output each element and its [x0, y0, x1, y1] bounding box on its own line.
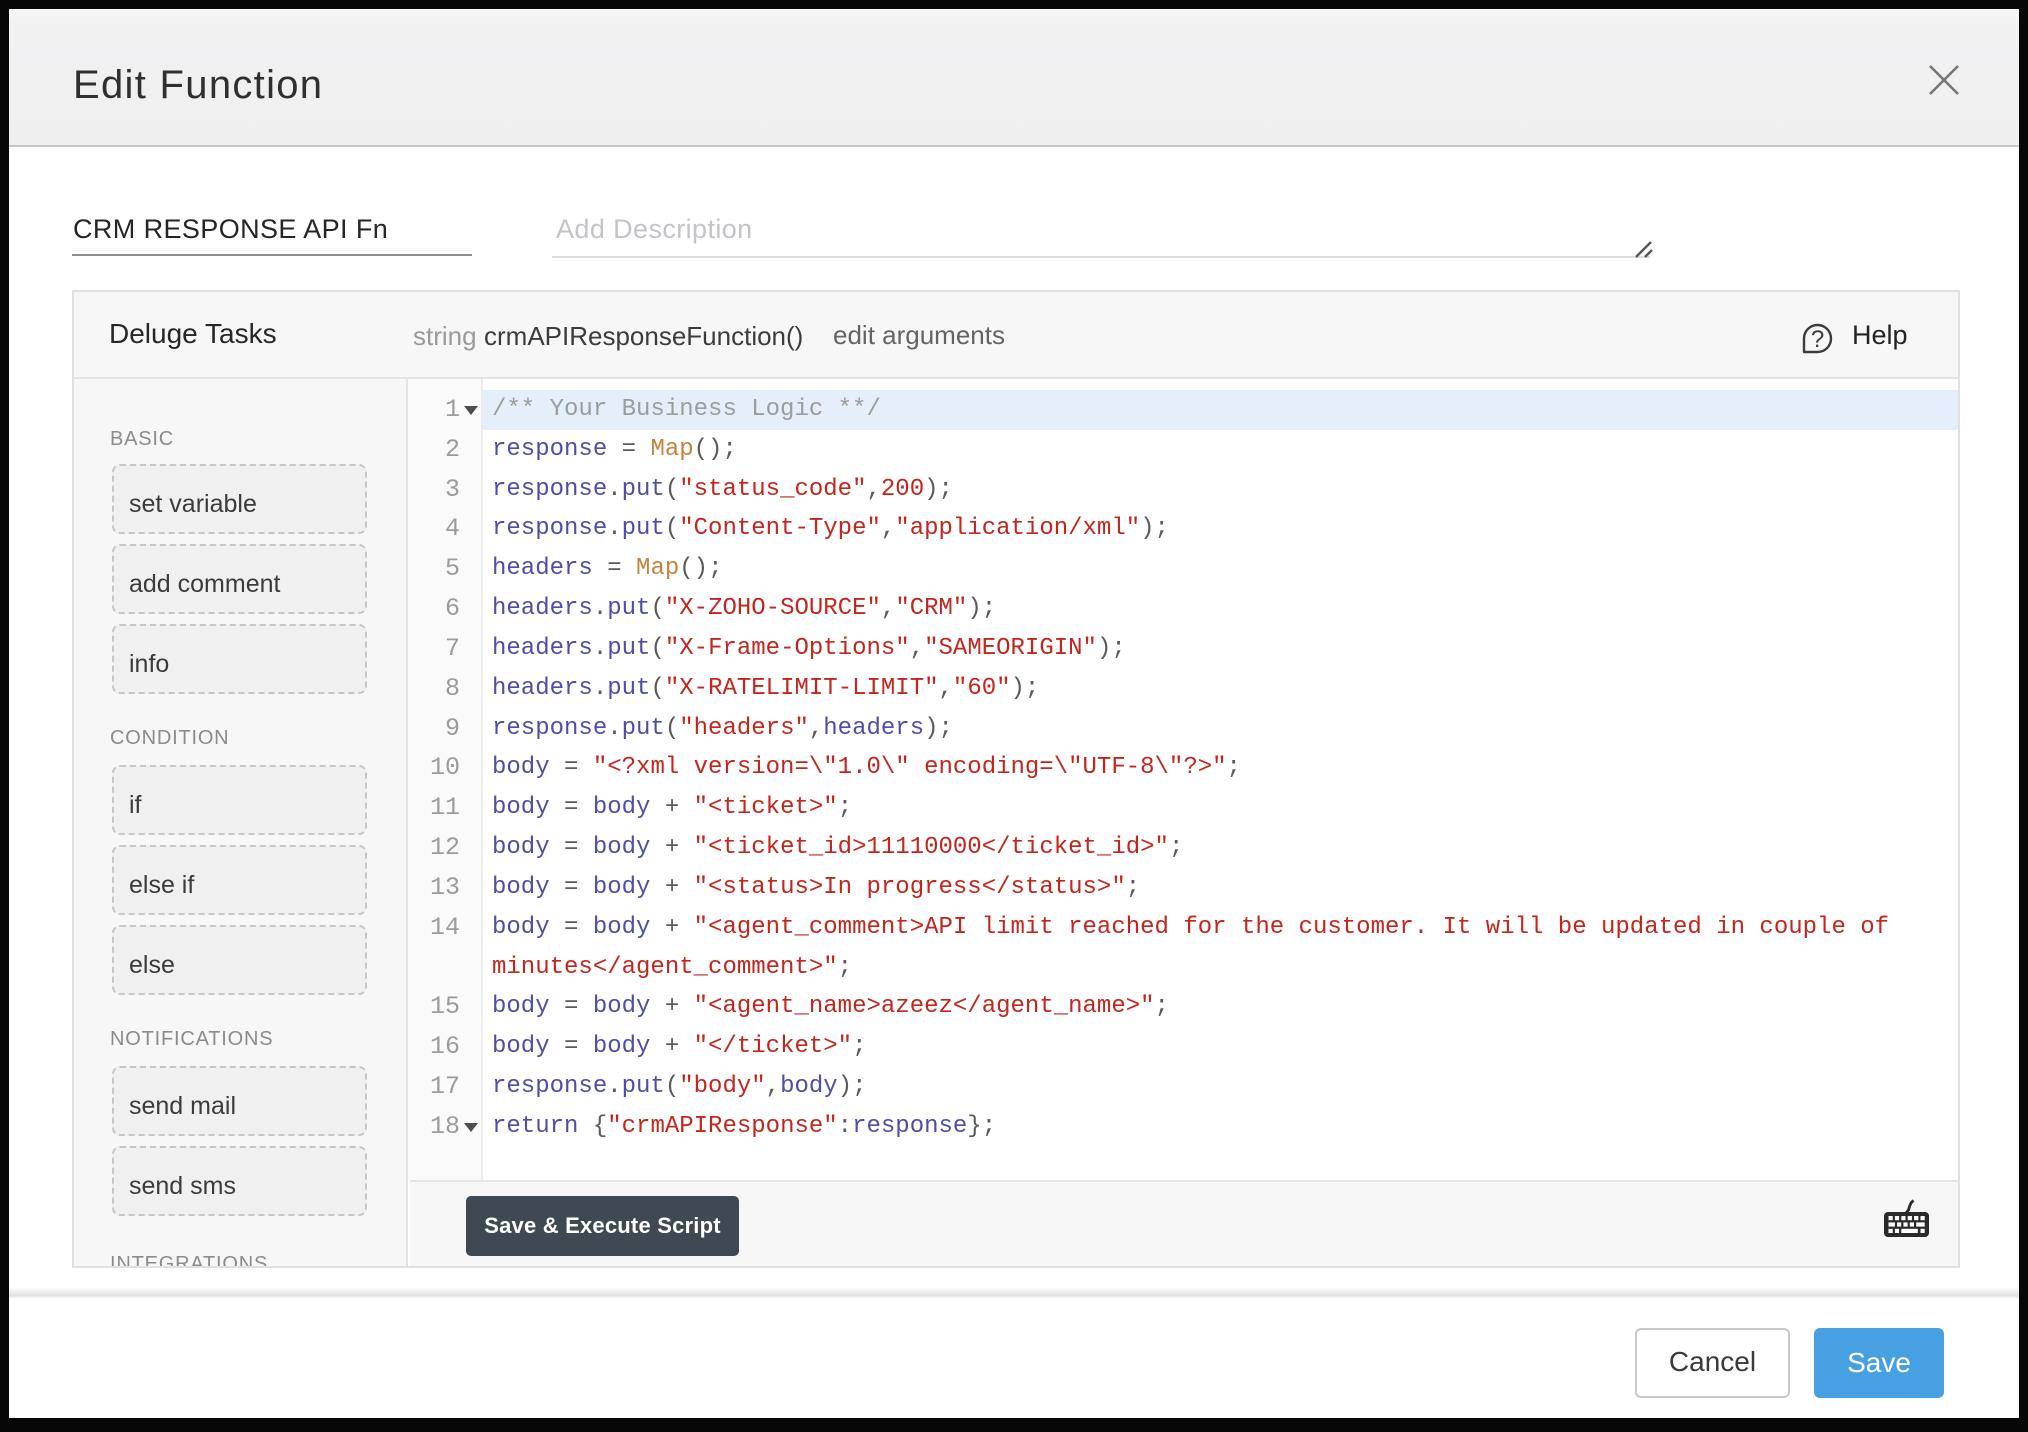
svg-text:?: ? [1811, 326, 1824, 353]
